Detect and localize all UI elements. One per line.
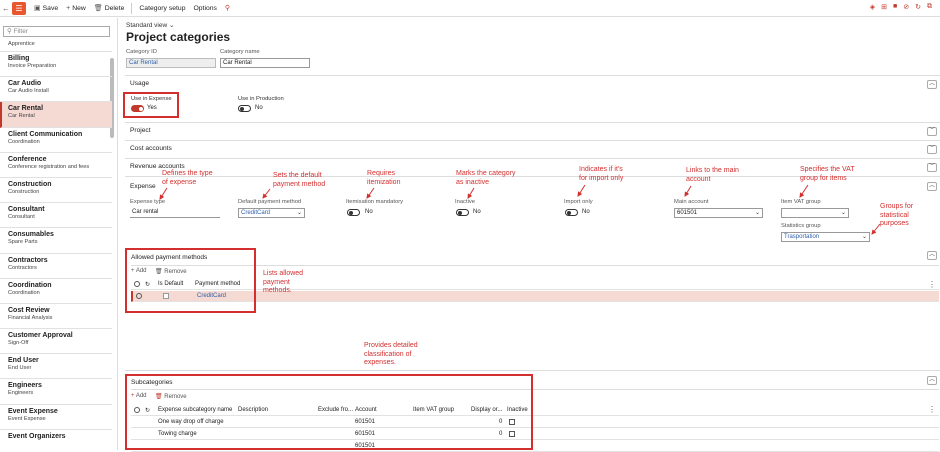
arrow bbox=[577, 184, 586, 197]
arrow bbox=[159, 187, 168, 200]
annotation-arrows bbox=[159, 184, 881, 235]
arrow bbox=[366, 187, 375, 199]
arrow bbox=[262, 188, 271, 199]
arrow bbox=[467, 187, 475, 199]
arrow bbox=[799, 184, 809, 198]
arrow bbox=[871, 223, 881, 235]
arrow bbox=[684, 185, 692, 197]
